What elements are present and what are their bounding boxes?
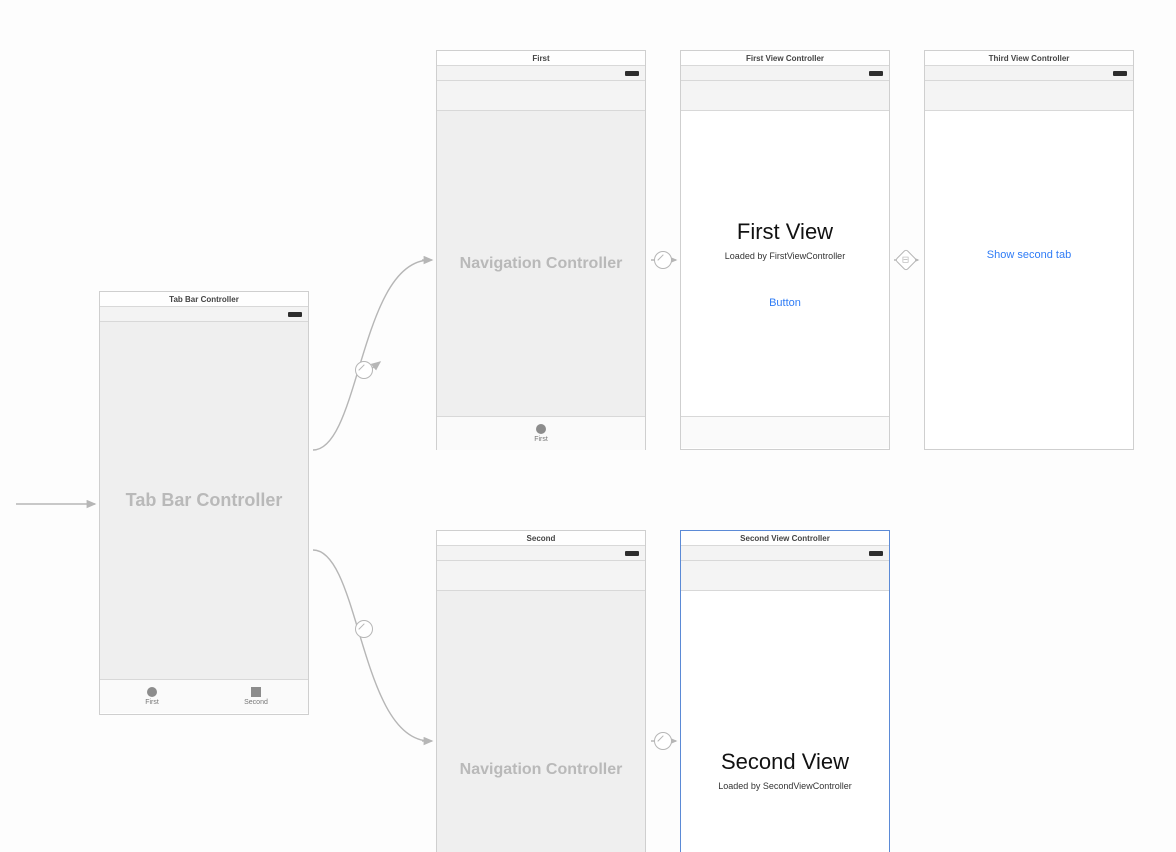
scene-title: Second: [437, 531, 645, 546]
status-bar: [437, 546, 645, 561]
circle-icon: [147, 687, 157, 697]
navigation-bar: [437, 81, 645, 111]
scene-third-view-controller[interactable]: Third View Controller Show second tab: [924, 50, 1134, 450]
segue-show-icon[interactable]: ⊟: [895, 249, 918, 272]
scene-nav-controller-second[interactable]: Second Navigation Controller: [436, 530, 646, 852]
segue-root-icon[interactable]: [654, 251, 672, 269]
heading-label: Second View: [721, 749, 849, 775]
square-icon: [251, 687, 261, 697]
tab-item-first[interactable]: First: [437, 417, 645, 450]
status-bar: [681, 546, 889, 561]
circle-icon: [536, 424, 546, 434]
tab-item-second[interactable]: Second: [204, 680, 308, 713]
tab-label: First: [145, 699, 159, 706]
segue-root-icon[interactable]: [654, 732, 672, 750]
tab-item-first[interactable]: First: [100, 680, 204, 713]
scene-title: First View Controller: [681, 51, 889, 66]
scene-title: Second View Controller: [681, 531, 889, 546]
scene-title: First: [437, 51, 645, 66]
placeholder-label: Tab Bar Controller: [126, 490, 283, 511]
navigation-bar: [681, 81, 889, 111]
segue-relationship-icon[interactable]: [355, 620, 373, 638]
button[interactable]: Button: [769, 297, 801, 309]
tab-label: First: [534, 436, 548, 443]
navigation-bar: [437, 561, 645, 591]
tab-bar: First Second: [100, 679, 308, 713]
storyboard-canvas[interactable]: ⊟ Tab Bar Controller Tab Bar Controller …: [0, 0, 1176, 852]
placeholder-label: Navigation Controller: [460, 761, 623, 779]
scene-title: Tab Bar Controller: [100, 292, 308, 307]
status-bar: [925, 66, 1133, 81]
heading-label: First View: [737, 219, 833, 245]
scene-nav-controller-first[interactable]: First Navigation Controller First: [436, 50, 646, 450]
placeholder-label: Navigation Controller: [460, 255, 623, 273]
navigation-bar: [925, 81, 1133, 111]
navigation-bar: [681, 561, 889, 591]
scene-tab-bar-controller[interactable]: Tab Bar Controller Tab Bar Controller Fi…: [99, 291, 309, 715]
scene-title: Third View Controller: [925, 51, 1133, 66]
show-second-tab-button[interactable]: Show second tab: [987, 249, 1071, 261]
status-bar: [437, 66, 645, 81]
tab-label: Second: [244, 699, 268, 706]
tab-bar: First: [437, 416, 645, 450]
scene-second-view-controller[interactable]: Second View Controller Second View Loade…: [680, 530, 890, 852]
status-bar: [100, 307, 308, 322]
bottom-placeholder: [681, 416, 889, 448]
scene-first-view-controller[interactable]: First View Controller First View Loaded …: [680, 50, 890, 450]
subtitle-label: Loaded by SecondViewController: [718, 781, 851, 791]
segue-relationship-icon[interactable]: [355, 361, 373, 379]
status-bar: [681, 66, 889, 81]
subtitle-label: Loaded by FirstViewController: [725, 251, 845, 261]
